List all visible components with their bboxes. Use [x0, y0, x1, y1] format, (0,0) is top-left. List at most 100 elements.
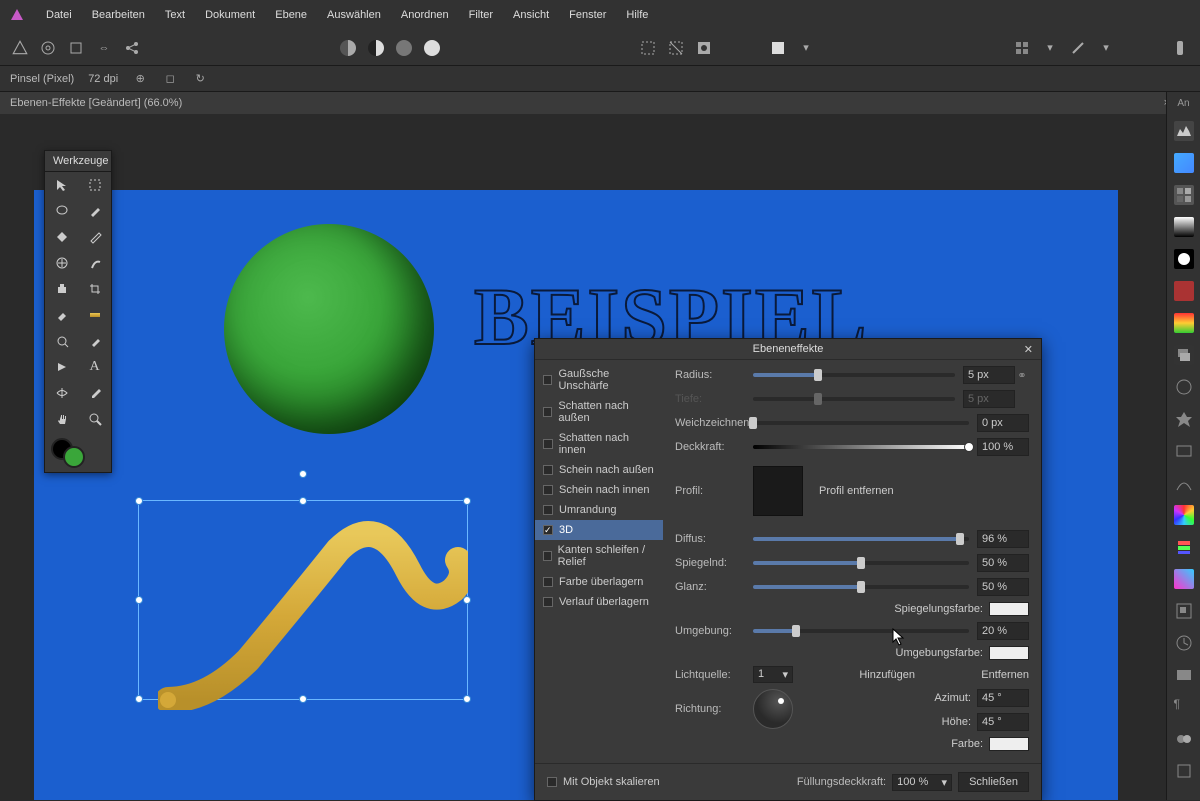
effect-3d[interactable]: 3D — [535, 520, 663, 540]
fillop-select[interactable]: 100 %▾ — [892, 774, 952, 791]
lightsrc-select[interactable]: 1▾ — [753, 666, 793, 683]
ambcolor-swatch[interactable] — [989, 646, 1029, 660]
curves-icon[interactable] — [1174, 473, 1194, 493]
speccolor-swatch[interactable] — [989, 602, 1029, 616]
shade3-icon[interactable] — [394, 38, 414, 58]
brush-tool[interactable] — [78, 198, 111, 224]
menu-anordnen[interactable]: Anordnen — [401, 9, 449, 21]
macro-icon[interactable] — [1174, 761, 1194, 781]
shine-value[interactable]: 50 % — [977, 578, 1029, 596]
ambient-slider[interactable] — [753, 629, 969, 633]
document-tab[interactable]: Ebenen-Effekte [Geändert] (66.0%) × — [0, 92, 1200, 114]
effect-inner-shadow[interactable]: Schatten nach innen — [535, 428, 663, 460]
smudge-tool[interactable] — [78, 250, 111, 276]
radius-value[interactable]: 5 px — [963, 366, 1015, 384]
close-button[interactable]: Schließen — [958, 772, 1029, 792]
effects-icon[interactable] — [1174, 377, 1194, 397]
menu-datei[interactable]: Datei — [46, 9, 72, 21]
link-icon[interactable]: ⚭ — [1015, 369, 1029, 382]
soften-slider[interactable] — [753, 421, 969, 425]
radius-slider[interactable] — [753, 373, 955, 377]
effect-bevel[interactable]: Kanten schleifen / Relief — [535, 540, 663, 572]
wand-icon[interactable] — [1068, 38, 1088, 58]
direction-control[interactable] — [753, 689, 793, 729]
burn-tool[interactable] — [78, 328, 111, 354]
eyedropper-tool[interactable] — [78, 380, 111, 406]
color-swatches[interactable] — [45, 432, 111, 472]
remove-light-button[interactable]: Entfernen — [981, 669, 1029, 681]
menu-auswaehlen[interactable]: Auswählen — [327, 9, 381, 21]
hand-tool[interactable] — [45, 406, 78, 432]
effect-gaussian[interactable]: Gaußsche Unschärfe — [535, 364, 663, 396]
quickmask-icon[interactable] — [694, 38, 714, 58]
zoom-tool[interactable] — [78, 406, 111, 432]
dashrect-icon[interactable] — [666, 38, 686, 58]
dropdown-icon[interactable]: ▾ — [796, 38, 816, 58]
eraser-tool[interactable] — [45, 302, 78, 328]
info-panel-icon[interactable] — [1174, 665, 1194, 685]
gradient-panel-icon[interactable] — [1174, 217, 1194, 237]
navigator-icon[interactable] — [1174, 601, 1194, 621]
text-tool[interactable]: A — [78, 354, 111, 380]
healing-tool[interactable] — [45, 250, 78, 276]
handle-ne[interactable] — [463, 497, 471, 505]
soften-value[interactable]: 0 px — [977, 414, 1029, 432]
dodge-tool[interactable] — [45, 328, 78, 354]
crosshair-icon[interactable]: ⊕ — [132, 71, 148, 87]
handle-n[interactable] — [299, 497, 307, 505]
effect-gradient-overlay[interactable]: Verlauf überlagern — [535, 592, 663, 612]
marquee-tool[interactable] — [78, 172, 111, 198]
pen-tool[interactable] — [78, 224, 111, 250]
shade1-icon[interactable] — [338, 38, 358, 58]
lightcolor-swatch[interactable] — [989, 737, 1029, 751]
wheel-icon[interactable] — [1174, 505, 1194, 525]
azimuth-value[interactable]: 45 ° — [977, 689, 1029, 707]
menu-ansicht[interactable]: Ansicht — [513, 9, 549, 21]
elev-value[interactable]: 45 ° — [977, 713, 1029, 731]
fill-tool[interactable] — [45, 224, 78, 250]
info-icon[interactable] — [1170, 38, 1190, 58]
effect-outer-glow[interactable]: Schein nach außen — [535, 460, 663, 480]
gradient-tool[interactable] — [78, 302, 111, 328]
specular-slider[interactable] — [753, 561, 969, 565]
swatches-icon[interactable] — [1174, 185, 1194, 205]
brushes-icon[interactable] — [1174, 249, 1194, 269]
handle-sw[interactable] — [135, 695, 143, 703]
add-light-button[interactable]: Hinzufügen — [793, 669, 981, 681]
styles-icon[interactable] — [1174, 409, 1194, 429]
persona-icon[interactable] — [10, 38, 30, 58]
specular-value[interactable]: 50 % — [977, 554, 1029, 572]
menu-ebene[interactable]: Ebene — [275, 9, 307, 21]
dropdown2-icon[interactable]: ▾ — [1096, 38, 1116, 58]
crop-tool[interactable] — [78, 276, 111, 302]
layers-icon[interactable] — [1174, 345, 1194, 365]
diffuse-value[interactable]: 96 % — [977, 530, 1029, 548]
transform-icon[interactable] — [1174, 569, 1194, 589]
move-tool[interactable] — [45, 172, 78, 198]
effect-inner-glow[interactable]: Schein nach innen — [535, 480, 663, 500]
menu-text[interactable]: Text — [165, 9, 185, 21]
stock2-icon[interactable] — [1174, 729, 1194, 749]
dialog-close-icon[interactable]: ✕ — [1024, 343, 1033, 356]
square-icon[interactable]: ◻ — [162, 71, 178, 87]
menu-fenster[interactable]: Fenster — [569, 9, 606, 21]
opacity-value[interactable]: 100 % — [977, 438, 1029, 456]
diffuse-slider[interactable] — [753, 537, 969, 541]
lasso-tool[interactable] — [45, 198, 78, 224]
effect-outline[interactable]: Umrandung — [535, 500, 663, 520]
swatch-icon[interactable] — [768, 38, 788, 58]
handle-w[interactable] — [135, 596, 143, 604]
history-icon[interactable] — [1174, 633, 1194, 653]
dialog-header[interactable]: Ebeneneffekte ✕ — [535, 339, 1041, 360]
stock-icon[interactable] — [1174, 441, 1194, 461]
adjustments-icon[interactable] — [1174, 313, 1194, 333]
menu-filter[interactable]: Filter — [469, 9, 493, 21]
scale-checkbox[interactable] — [547, 777, 557, 787]
node-tool[interactable] — [45, 354, 78, 380]
red-panel-icon[interactable] — [1174, 281, 1194, 301]
menu-bearbeiten[interactable]: Bearbeiten — [92, 9, 145, 21]
mesh-tool[interactable] — [45, 380, 78, 406]
menu-hilfe[interactable]: Hilfe — [626, 9, 648, 21]
grid-icon[interactable] — [1012, 38, 1032, 58]
cube-icon[interactable] — [66, 38, 86, 58]
